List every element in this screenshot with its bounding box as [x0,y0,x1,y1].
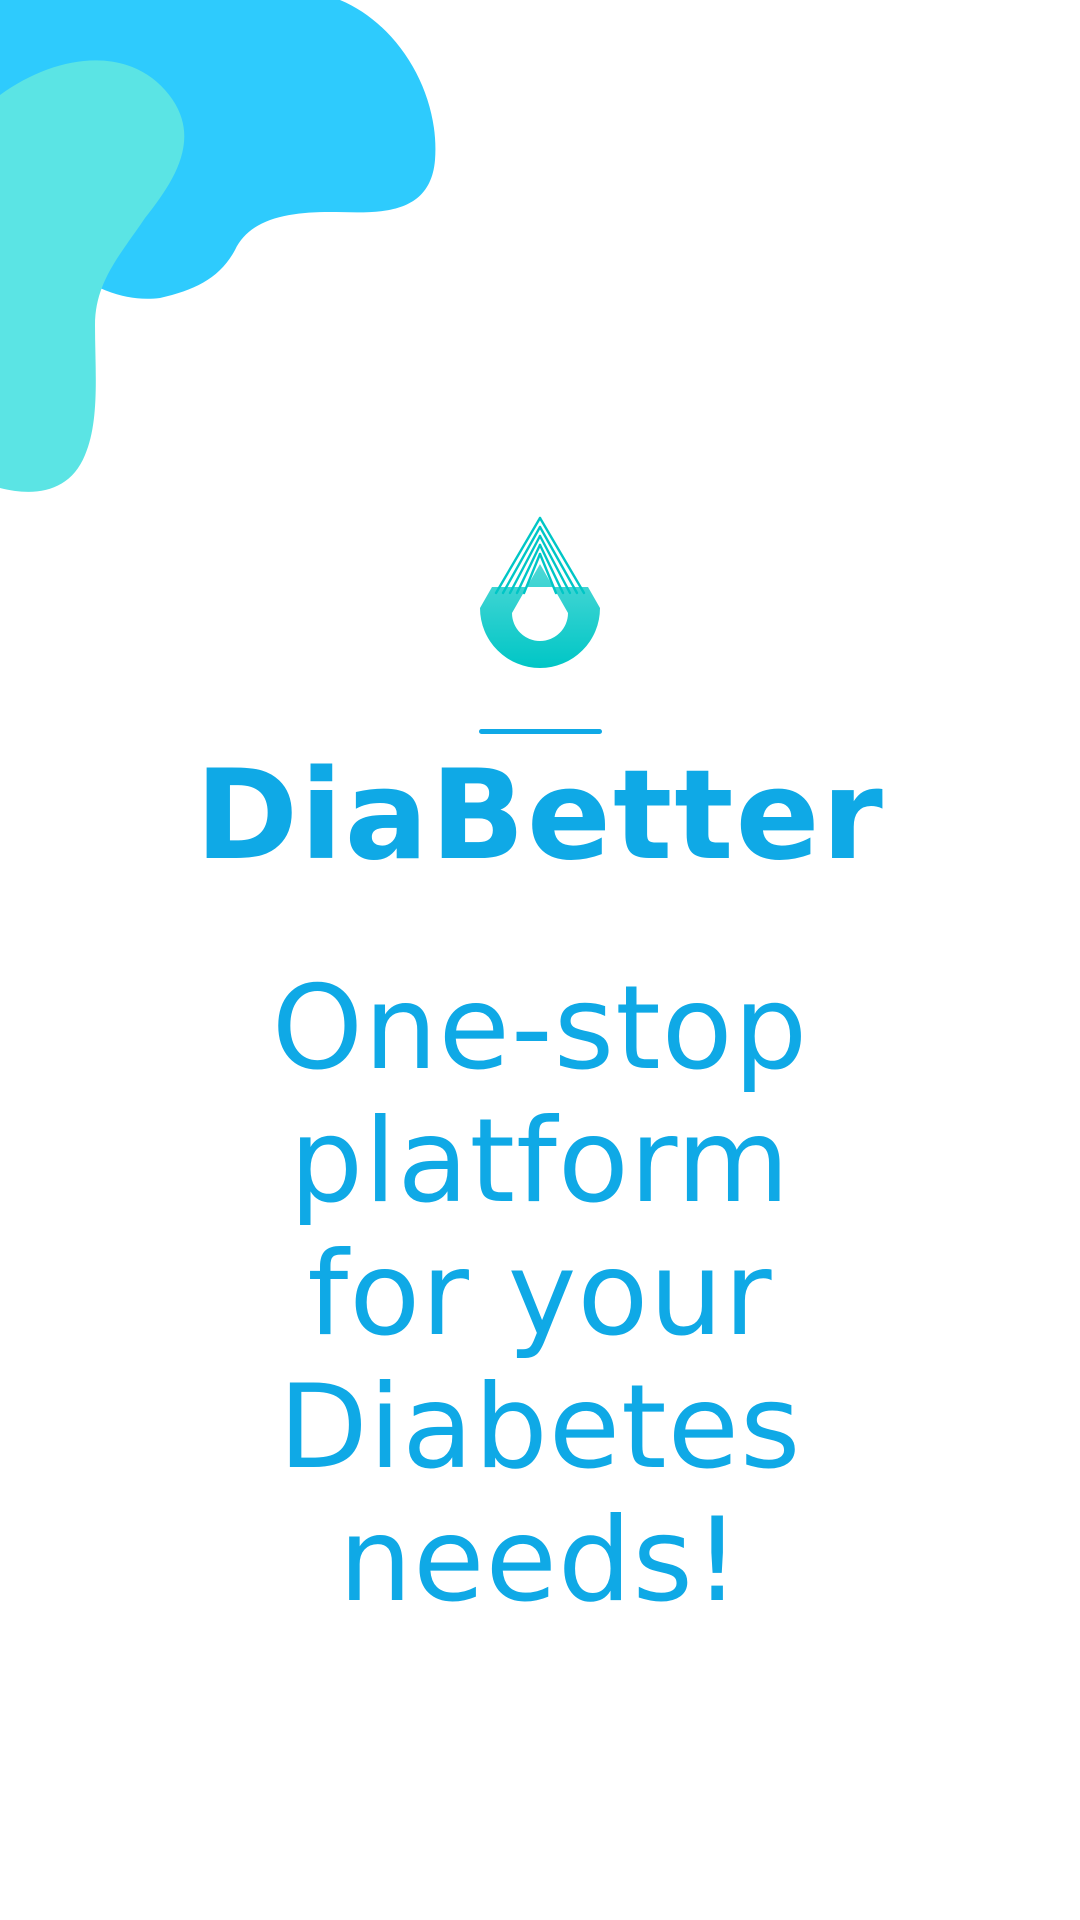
brand-name: DiaBetter [195,744,885,888]
tagline: One-stop platform for your Diabetes need… [0,962,1080,1627]
decorative-blob-background [0,0,436,492]
tagline-line: Diabetes [278,1360,802,1495]
water-drop-logo-icon [480,516,600,668]
drop-ring-shape [480,564,600,668]
splash-screen: DiaBetter One-stop platform for your Dia… [0,0,1080,1920]
tagline-line: needs! [338,1493,742,1628]
logo-divider [479,729,602,734]
tagline-line: for your [307,1227,773,1362]
tagline-line: platform [289,1094,791,1229]
tagline-line: One-stop [271,961,809,1096]
